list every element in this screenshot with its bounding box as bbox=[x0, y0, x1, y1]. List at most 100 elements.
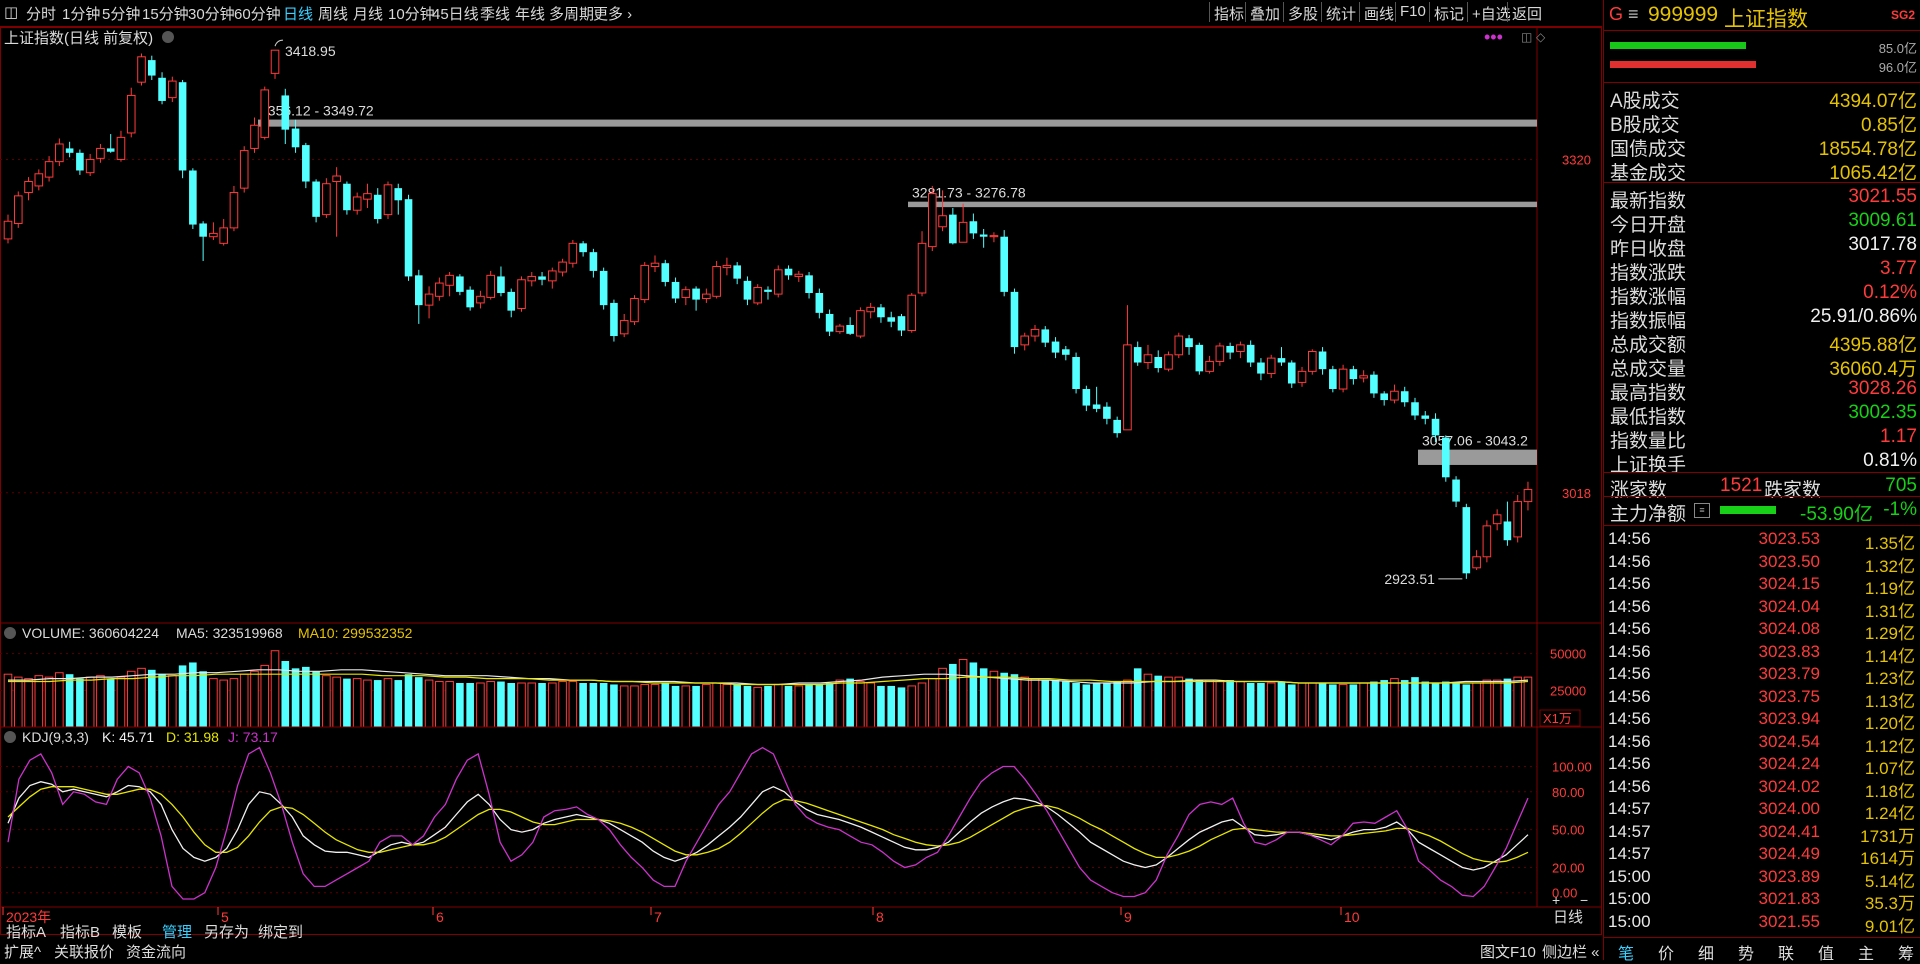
panel-tab[interactable]: 筹 bbox=[1898, 940, 1914, 964]
panel-tab[interactable]: 值 bbox=[1818, 940, 1834, 964]
candle-body-down bbox=[1421, 415, 1430, 419]
volume-bar-down bbox=[373, 680, 382, 727]
exchange-volume-section: A股成交 4394.07亿 B股成交 0.85亿 国债成交 18554.78亿 基金成交 10… bbox=[1604, 82, 1920, 184]
tick-list[interactable]: 14:56 3023.53 1.35亿 14:56 3023.50 1.32亿 14:56 3… bbox=[1604, 525, 1920, 936]
hamburger-menu-icon[interactable]: ≡ bbox=[1628, 4, 1639, 25]
volume-bar-up bbox=[712, 682, 721, 728]
window-menu-icon[interactable]: ◫ bbox=[4, 3, 18, 21]
panel-tab[interactable]: 价 bbox=[1658, 940, 1674, 964]
volume-bar-down bbox=[1442, 681, 1450, 727]
period-tab[interactable]: 5分钟 bbox=[102, 3, 140, 24]
tick-time: 14:56 bbox=[1608, 776, 1651, 796]
panel-header: G ≡ 999999 上证指数 SG2 bbox=[1604, 0, 1920, 31]
period-tab[interactable]: 年线 bbox=[515, 3, 545, 24]
candle-body-up bbox=[322, 183, 331, 216]
period-tab[interactable]: 多周期 bbox=[549, 3, 594, 24]
period-tab[interactable]: 月线 bbox=[353, 3, 383, 24]
tick-price: 3023.79 bbox=[1758, 664, 1820, 683]
candle-body-down bbox=[846, 325, 854, 334]
tick-row: 14:56 3024.02 1.18亿 bbox=[1604, 776, 1920, 801]
volume-ma10-legend: MA10: 299532352 bbox=[298, 625, 413, 641]
period-tab[interactable]: 日线 bbox=[283, 3, 313, 24]
period-tab[interactable]: 15分钟 bbox=[142, 3, 189, 24]
toolbar-button[interactable]: 标记 bbox=[1434, 3, 1464, 24]
candle-body-up bbox=[702, 293, 711, 300]
toolbar-button[interactable]: 画线 bbox=[1364, 3, 1394, 24]
volume-bar-up bbox=[486, 681, 495, 728]
indicator-tab[interactable]: 指标B bbox=[60, 921, 100, 942]
candle-body-up bbox=[1205, 360, 1214, 372]
kdj-j-legend: J: 73.17 bbox=[228, 729, 278, 745]
index-stats-section: 最新指数 3021.55 今日开盘 3009.61 昨日收盘 3017.78 指数涨跌 3.7… bbox=[1604, 182, 1920, 476]
kdj-tick-label: 20.00 bbox=[1552, 860, 1585, 875]
bottom-link[interactable]: 扩展^ bbox=[4, 941, 41, 962]
candle-body-down bbox=[733, 265, 741, 279]
toolbar-button[interactable]: 多股 bbox=[1288, 3, 1318, 24]
period-tab[interactable]: 季线 bbox=[480, 3, 510, 24]
panel-tab[interactable]: 笔 bbox=[1618, 940, 1634, 964]
toolbar-button[interactable]: 叠加 bbox=[1250, 3, 1280, 24]
panel-tab[interactable]: 细 bbox=[1698, 940, 1714, 964]
candle-body-up bbox=[681, 289, 691, 298]
period-tab[interactable]: 周线 bbox=[318, 3, 348, 24]
volume-bar-up bbox=[44, 676, 54, 728]
period-tab[interactable]: 30分钟 bbox=[188, 3, 235, 24]
tick-row: 15:00 3023.89 5.14亿 bbox=[1604, 866, 1920, 891]
support-resistance-zone bbox=[908, 201, 1537, 208]
tick-price: 3024.54 bbox=[1758, 731, 1820, 751]
tick-time: 14:56 bbox=[1608, 529, 1651, 548]
period-tab[interactable]: 1分钟 bbox=[62, 3, 100, 24]
sidebar-toggle[interactable]: 侧边栏 « bbox=[1542, 941, 1600, 962]
indicator-tab[interactable]: 模板 bbox=[112, 921, 142, 942]
bottom-link[interactable]: 资金流向 bbox=[126, 941, 186, 962]
flow-detail-icon[interactable]: ≡ bbox=[1694, 503, 1710, 518]
volume-bar-down bbox=[1380, 680, 1388, 727]
indicator-tab[interactable]: 另存为 bbox=[204, 921, 249, 942]
stat-row: 总成交量 36060.4万 bbox=[1604, 353, 1920, 380]
f10-link[interactable]: 图文F10 bbox=[1480, 941, 1536, 962]
volume-bar-up bbox=[753, 686, 763, 728]
volume-bar-up bbox=[1338, 683, 1348, 728]
volume-bar-up bbox=[435, 681, 444, 728]
candle-body-down bbox=[815, 292, 824, 313]
period-tab[interactable]: 60分钟 bbox=[234, 3, 281, 24]
volume-bar-down bbox=[1113, 681, 1121, 727]
volume-legend: VOLUME: 360604224 bbox=[22, 625, 159, 641]
tick-time: 14:56 bbox=[1608, 551, 1651, 571]
tick-row: 14:56 3023.75 1.13亿 bbox=[1604, 686, 1920, 711]
indicator-tab[interactable]: 绑定到 bbox=[258, 921, 303, 942]
toolbar-button[interactable]: +自选 bbox=[1472, 3, 1511, 24]
panel-tab[interactable]: 势 bbox=[1738, 940, 1754, 964]
toolbar-button[interactable]: 返回 bbox=[1512, 3, 1542, 24]
volume-bar-down bbox=[1072, 683, 1080, 727]
indicator-tab[interactable]: 管理 bbox=[162, 921, 192, 942]
toolbar-button[interactable]: 统计 bbox=[1326, 3, 1356, 24]
volume-bar-up bbox=[548, 682, 557, 728]
candle-body-up bbox=[1359, 375, 1368, 379]
candle-body-down bbox=[1072, 357, 1080, 390]
volume-bar-down bbox=[302, 666, 310, 727]
candle-body-up bbox=[126, 94, 136, 134]
panel-tab[interactable]: 联 bbox=[1778, 940, 1794, 964]
period-tab[interactable]: 更多 › bbox=[593, 3, 632, 24]
stat-value: 25.91/0.86% bbox=[1810, 306, 1917, 327]
panel-tab[interactable]: 主 bbox=[1858, 940, 1874, 964]
toolbar-separator bbox=[1321, 2, 1322, 22]
volume-unit-label: X1万 bbox=[1543, 711, 1572, 726]
toolbar-button[interactable]: F10 bbox=[1400, 3, 1426, 20]
volume-bar-down bbox=[825, 683, 834, 727]
period-tab[interactable]: 分时 bbox=[26, 3, 56, 24]
volume-bar-up bbox=[126, 670, 136, 728]
stock-code: 999999 bbox=[1648, 3, 1719, 26]
toolbar-button[interactable]: 指标 bbox=[1214, 3, 1244, 24]
volume-row-value: 1065.42亿 bbox=[1829, 163, 1917, 184]
bottom-link[interactable]: 关联报价 bbox=[54, 941, 114, 962]
ratio-bar-value: 85.0亿 bbox=[1878, 41, 1917, 56]
candle-body-down bbox=[1411, 402, 1419, 416]
volume-bar-down bbox=[291, 668, 300, 727]
period-tab[interactable]: 10分钟 bbox=[388, 3, 435, 24]
volume-bar-up bbox=[650, 683, 660, 728]
period-tab[interactable]: 45日线 bbox=[432, 3, 479, 24]
main-flow-label: 主力净额 bbox=[1610, 504, 1687, 525]
indicator-tab[interactable]: 指标A bbox=[6, 921, 46, 942]
